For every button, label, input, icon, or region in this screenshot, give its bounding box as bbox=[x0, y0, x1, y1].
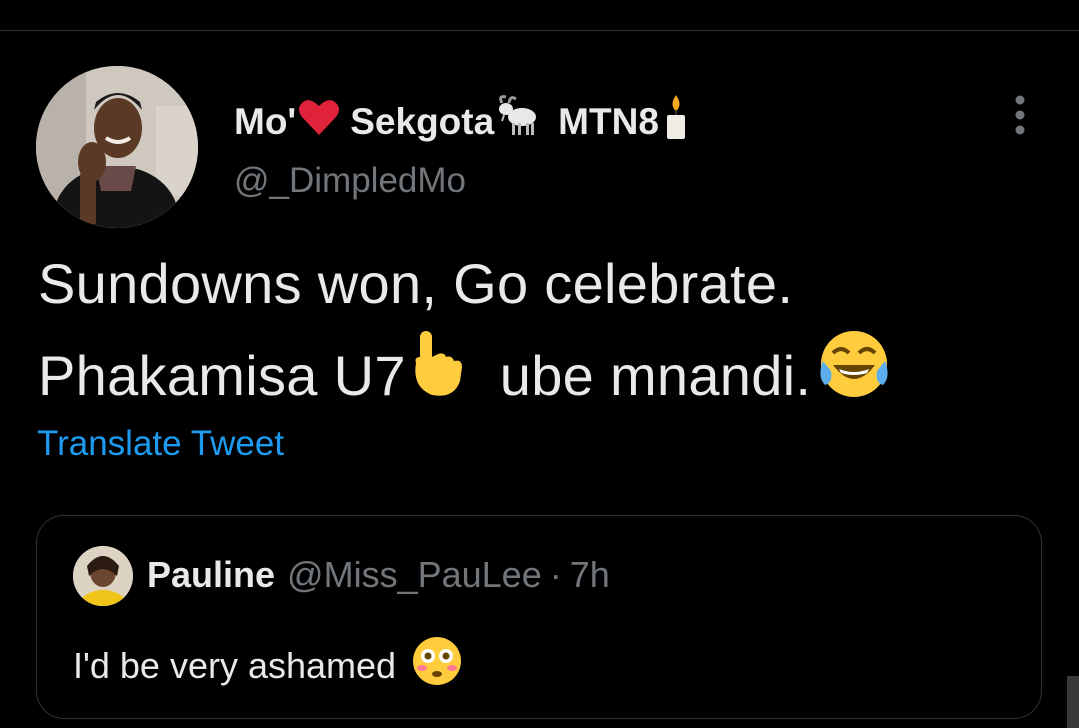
author-name-part3: MTN8 bbox=[558, 101, 659, 142]
quoted-author-handle[interactable]: @Miss_PauLee bbox=[287, 554, 542, 596]
tweet-text-line2: Phakamisa U7 ube mnandi. bbox=[38, 327, 1048, 425]
quoted-tweet[interactable]: Pauline @Miss_PauLee · 7h I'd be very as… bbox=[36, 515, 1042, 719]
goat-icon bbox=[496, 95, 544, 149]
author-block: Mo' Sekgota MTN8 @_DimpledMo bbox=[234, 93, 693, 201]
quoted-text: I'd be very ashamed bbox=[73, 634, 464, 697]
quoted-header: Pauline @Miss_PauLee · 7h bbox=[147, 554, 610, 596]
quoted-author-name[interactable]: Pauline bbox=[147, 554, 275, 596]
tweet-text: Sundowns won, Go celebrate. Phakamisa U7… bbox=[38, 241, 1048, 425]
author-avatar[interactable] bbox=[36, 66, 198, 228]
author-handle[interactable]: @_DimpledMo bbox=[234, 161, 693, 201]
scrollbar-thumb[interactable] bbox=[1067, 676, 1079, 728]
tweet-text-line1: Sundowns won, Go celebrate. bbox=[38, 252, 794, 315]
tweet[interactable]: Mo' Sekgota MTN8 @_DimpledMo Sundowns wo… bbox=[0, 31, 1079, 728]
quoted-timestamp[interactable]: 7h bbox=[570, 554, 610, 596]
candle-icon bbox=[661, 93, 691, 151]
pointing-up-icon bbox=[406, 329, 470, 423]
tweet-text-line2-part1: Phakamisa U7 bbox=[38, 344, 406, 407]
translate-tweet-link[interactable]: Translate Tweet bbox=[37, 424, 284, 464]
tears-of-joy-icon bbox=[817, 327, 891, 425]
heart-icon bbox=[298, 97, 340, 147]
author-name-part1: Mo' bbox=[234, 101, 297, 142]
flushed-face-icon bbox=[410, 634, 464, 697]
author-name-part2: Sekgota bbox=[350, 101, 495, 142]
author-display-name[interactable]: Mo' Sekgota MTN8 bbox=[234, 93, 693, 151]
quoted-author-avatar[interactable] bbox=[73, 546, 133, 606]
quoted-text-body: I'd be very ashamed bbox=[73, 644, 397, 686]
tweet-text-line2-part2: ube mnandi. bbox=[499, 344, 812, 407]
more-vertical-icon[interactable] bbox=[1004, 94, 1036, 138]
quoted-separator: · bbox=[549, 554, 562, 595]
